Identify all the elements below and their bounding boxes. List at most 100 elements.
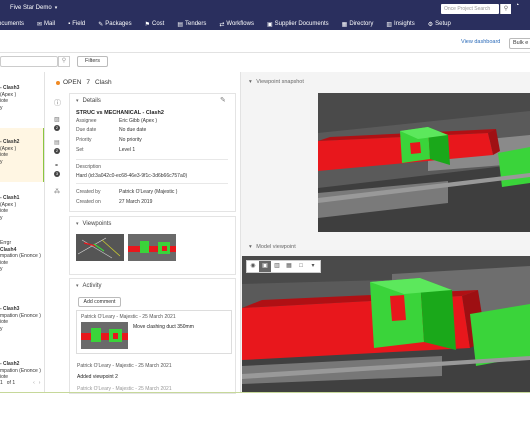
pager-page[interactable]: 1	[0, 380, 3, 386]
chevron-down-icon[interactable]: ▾	[307, 261, 319, 272]
detail-row-created-by: Created by Patrick O'Leary (Majestic )	[76, 189, 177, 195]
nav-documents-label: ocuments	[0, 21, 25, 27]
model-viewpoint-header-label: Model viewpoint	[256, 244, 296, 250]
viewpoint-thumbnail[interactable]	[76, 234, 124, 261]
comment-entry: Patrick O'Leary - Majestic - 25 March 20…	[76, 310, 232, 354]
divider	[76, 159, 228, 160]
chevron-down-icon: ▾	[76, 221, 79, 227]
nav-workflows[interactable]: ⇄ Workflows	[219, 21, 254, 28]
detail-label: Priority	[76, 137, 92, 143]
cost-icon: ⚑	[144, 21, 150, 28]
count-badge: 2	[54, 125, 60, 131]
activity-text: Added viewpoint 2	[77, 374, 118, 380]
nav-insights-label: Insights	[394, 21, 415, 27]
snapshot-3d-image	[318, 93, 530, 232]
view-dashboard-link[interactable]: View dashboard	[461, 39, 500, 45]
link-icon[interactable]: ⚭	[54, 162, 59, 169]
nav-tenders[interactable]: ▤ Tenders	[177, 21, 206, 28]
detail-label: Set	[76, 147, 84, 153]
list-search-input[interactable]	[0, 56, 58, 67]
list-item[interactable]: - Clash3 mpation (Enonce ) iote y	[0, 306, 44, 338]
chevron-down-icon: ▾	[249, 79, 252, 85]
detail-value[interactable]: No priority	[119, 137, 142, 143]
activity-header[interactable]: ▾ Activity	[70, 279, 235, 290]
detail-label: Assignee	[76, 118, 97, 124]
viewpoint-snapshot[interactable]	[318, 93, 530, 232]
viewpoints-header[interactable]: ▾ Viewpoints	[70, 217, 235, 228]
model-viewpoint-header[interactable]: ▾ Model viewpoint	[241, 240, 530, 253]
chevron-down-icon: ▾	[76, 98, 79, 104]
image-icon[interactable]: ▨	[54, 116, 60, 123]
details-header[interactable]: ▾ Details	[70, 94, 235, 105]
nav-packages-label: Packages	[105, 21, 132, 27]
snapshot-header[interactable]: ▾ Viewpoint snapshot	[241, 75, 530, 88]
field-icon: ▪	[68, 21, 71, 27]
description-text: Hard (id:3a042c0-ec68-46e3-9f1c-3d6b66c7…	[76, 173, 188, 179]
bulk-edit-button[interactable]: Bulk e	[509, 38, 530, 49]
comment-author: Patrick O'Leary - Majestic - 25 March 20…	[81, 314, 176, 320]
nav-cost[interactable]: ⚑ Cost	[145, 21, 165, 28]
nav-supplier-documents[interactable]: ▣ Supplier Documents	[267, 21, 329, 28]
details-header-label: Details	[82, 98, 101, 104]
detail-label: Created by	[76, 189, 101, 195]
nav-supplier-documents-label: Supplier Documents	[274, 21, 329, 27]
nav-field[interactable]: ▪ Field	[68, 21, 85, 27]
comment-thumbnail-image	[81, 322, 128, 349]
project-name[interactable]: Five Star Demo	[0, 5, 52, 11]
list-item-line: y	[0, 325, 3, 332]
list-item-line: mpation (Enonce )	[0, 253, 41, 259]
search-icon[interactable]: ⚲	[58, 56, 70, 67]
nav-insights[interactable]: ▥ Insights	[386, 21, 414, 28]
model-3d-image	[242, 256, 530, 392]
clash-header: OPEN 7 Clash	[56, 79, 112, 86]
nav-field-label: Field	[72, 21, 86, 27]
nav-directory[interactable]: ▦ Directory	[342, 21, 374, 28]
activity-card: ▾ Activity Add comment Patrick O'Leary -…	[69, 278, 236, 394]
comment-icon[interactable]: ▤	[54, 139, 60, 146]
select-icon[interactable]: ▣	[259, 261, 271, 272]
eye-icon[interactable]: ◉	[247, 261, 259, 272]
list-item-line: y	[0, 266, 3, 272]
comment-thumbnail[interactable]	[81, 322, 128, 349]
chevron-left-icon[interactable]: ‹	[33, 380, 35, 386]
grid-icon[interactable]: ▦	[283, 261, 295, 272]
hierarchy-icon[interactable]: ⁂	[54, 188, 60, 195]
notification-icon[interactable]: ◔	[515, 2, 519, 9]
list-item[interactable]: - Clash1 (Apex ) iote y	[0, 195, 44, 227]
model-viewer[interactable]	[242, 256, 530, 392]
project-search-input[interactable]: Once Project Search	[441, 4, 499, 14]
detail-value[interactable]: Eric Gibb (Apex )	[119, 118, 157, 124]
project-selector[interactable]: Five Star Demo ▾	[0, 5, 57, 11]
list-item[interactable]: - Clash3 (Apex ) iote y	[0, 85, 44, 117]
list-item[interactable]: Errgr Clash4 mpation (Enonce ) iote y	[0, 240, 44, 280]
nav-cost-label: Cost	[152, 21, 165, 27]
detail-value[interactable]: Level 1	[119, 147, 135, 153]
nav-workflows-label: Workflows	[226, 21, 254, 27]
nav-packages[interactable]: ✎ Packages	[98, 21, 131, 28]
viewpoint-thumbnail-image	[128, 234, 176, 261]
filters-button[interactable]: Filters	[77, 56, 108, 67]
viewpoint-thumbnail-image	[76, 234, 124, 261]
detail-value[interactable]: No due date	[119, 127, 146, 133]
model-toolbar: ◉ ▣ ▥ ▦ □ ▾	[246, 260, 321, 273]
mail-icon: ✉	[37, 21, 43, 28]
nav-mail[interactable]: ✉ Mail	[37, 21, 55, 28]
info-icon[interactable]: ⓘ	[54, 98, 61, 108]
page-subheader: View dashboard Bulk e	[0, 30, 530, 53]
detail-row-priority: Priority No priority	[76, 137, 142, 143]
pager-of: of 1	[6, 380, 16, 386]
viewpoint-thumbnail[interactable]	[128, 234, 176, 261]
nav-setup[interactable]: ⚙ Setup	[428, 21, 451, 28]
chevron-right-icon[interactable]: ›	[39, 380, 41, 386]
nav-setup-label: Setup	[435, 21, 451, 27]
box-icon[interactable]: □	[295, 261, 307, 272]
edit-icon[interactable]: ✎	[220, 96, 226, 104]
search-icon[interactable]: ⚲	[500, 4, 511, 14]
section-icon[interactable]: ▥	[271, 261, 283, 272]
nav-documents[interactable]: ocuments	[0, 21, 24, 27]
count-badge: 3	[54, 171, 60, 177]
add-comment-button[interactable]: Add comment	[78, 297, 121, 307]
clash-number: 7	[86, 79, 91, 86]
description-label: Description	[76, 164, 102, 170]
list-item-selected[interactable]: - Clash2 (Apex ) iote y	[0, 128, 44, 182]
